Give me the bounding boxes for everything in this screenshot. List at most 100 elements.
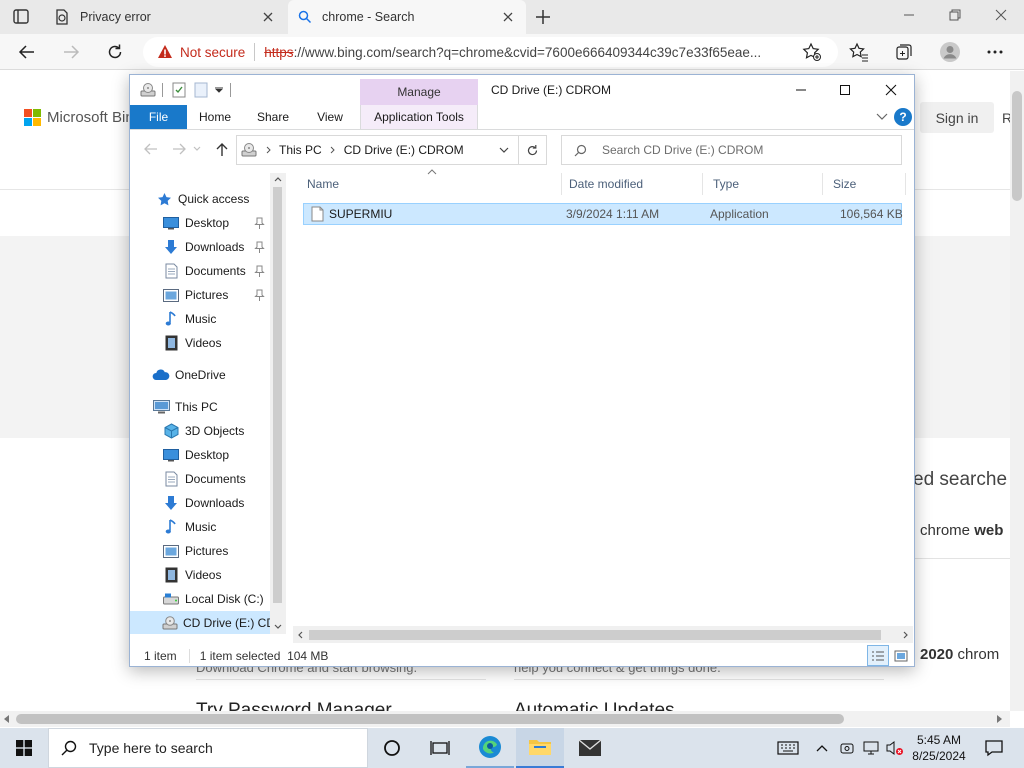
nav-qa-documents[interactable]: Documents [130, 259, 270, 283]
nav-cd-drive[interactable]: CD Drive (E:) CD [130, 611, 275, 634]
microsoft-logo[interactable]: Microsoft Bin [24, 109, 134, 126]
pin-icon[interactable] [254, 241, 265, 253]
related-search-item[interactable]: 2020 chrom [920, 646, 999, 663]
restore-button[interactable] [932, 0, 978, 30]
tab-chrome-search[interactable]: chrome - Search [288, 0, 526, 34]
scroll-down-icon[interactable] [274, 624, 282, 630]
close-window-button[interactable] [978, 0, 1024, 30]
tray-device-icon[interactable] [834, 728, 860, 768]
notifications-button[interactable] [970, 728, 1018, 768]
column-header-name[interactable]: Name [297, 173, 562, 195]
explorer-refresh-button[interactable] [519, 135, 547, 165]
profile-button[interactable] [935, 38, 965, 66]
pin-icon[interactable] [254, 289, 265, 301]
scroll-left-icon[interactable] [297, 631, 303, 639]
breadcrumb-this-pc[interactable]: This PC [279, 143, 322, 157]
nav-qa-videos[interactable]: Videos [130, 331, 270, 355]
scroll-up-icon[interactable] [274, 176, 282, 182]
taskbar-search-box[interactable]: Type here to search [48, 728, 368, 768]
nav-pane-scrollbar[interactable] [270, 173, 286, 634]
scroll-right-icon[interactable] [995, 715, 1003, 723]
scrollbar-thumb[interactable] [309, 630, 881, 640]
details-view-button[interactable] [867, 645, 889, 666]
explorer-close-button[interactable] [868, 75, 914, 105]
tab-actions-icon[interactable] [12, 8, 32, 26]
explorer-minimize-button[interactable] [778, 75, 824, 105]
file-list-horizontal-scrollbar[interactable] [293, 626, 913, 643]
nav-qa-downloads[interactable]: Downloads [130, 235, 270, 259]
scrollbar-thumb[interactable] [1012, 91, 1022, 201]
close-tab-icon[interactable] [260, 9, 276, 25]
sign-in-button[interactable]: Sign in [920, 102, 994, 133]
nav-qa-desktop[interactable]: Desktop [130, 211, 270, 235]
up-arrow-icon[interactable] [216, 142, 228, 157]
new-tab-button[interactable] [532, 6, 554, 28]
tray-volume-muted-icon[interactable] [882, 728, 908, 768]
pin-icon[interactable] [254, 265, 265, 277]
table-row[interactable]: SUPERMIU 3/9/2024 1:11 AM Application 10… [303, 203, 903, 225]
column-header-date[interactable]: Date modified [559, 173, 703, 195]
page-vertical-scrollbar[interactable] [1010, 71, 1024, 711]
large-icons-view-button[interactable] [891, 645, 911, 666]
explorer-search-box[interactable]: Search CD Drive (E:) CDROM [561, 135, 902, 165]
tab-home[interactable]: Home [190, 105, 240, 129]
tray-network-icon[interactable] [858, 728, 884, 768]
manage-tab[interactable]: Manage [360, 79, 478, 105]
column-header-size[interactable]: Size [823, 173, 906, 195]
nav-pc-downloads[interactable]: Downloads [130, 491, 270, 515]
settings-menu-button[interactable] [980, 38, 1010, 66]
scroll-right-icon[interactable] [903, 631, 909, 639]
scrollbar-thumb[interactable] [16, 714, 844, 724]
qat-dropdown-icon[interactable] [215, 87, 223, 93]
nav-local-disk[interactable]: Local Disk (C:) [130, 587, 270, 611]
close-tab-icon[interactable] [500, 9, 516, 25]
feature-heading[interactable]: Automatic Updates [514, 700, 675, 711]
feature-heading[interactable]: Try Password Manager [196, 700, 392, 711]
tray-keyboard-icon[interactable] [764, 728, 812, 768]
edge-taskbar-button[interactable] [466, 728, 514, 768]
nav-pc-pictures[interactable]: Pictures [130, 539, 270, 563]
forward-button[interactable] [56, 38, 86, 66]
tab-view[interactable]: View [306, 105, 354, 129]
explorer-maximize-button[interactable] [822, 75, 868, 105]
recent-locations-icon[interactable] [193, 146, 201, 152]
tab-privacy-error[interactable]: Privacy error [44, 0, 286, 34]
nav-this-pc[interactable]: This PC [130, 395, 270, 419]
address-dropdown-icon[interactable] [499, 147, 509, 154]
nav-pc-desktop[interactable]: Desktop [130, 443, 270, 467]
collections-button[interactable] [889, 38, 919, 66]
mail-taskbar-button[interactable] [566, 728, 614, 768]
add-favorite-button[interactable] [797, 38, 827, 66]
nav-onedrive[interactable]: OneDrive [130, 363, 270, 387]
cortana-button[interactable] [368, 728, 416, 768]
tab-application-tools[interactable]: Application Tools [360, 105, 478, 129]
new-folder-icon[interactable] [194, 82, 208, 98]
back-button[interactable] [12, 38, 42, 66]
not-secure-label[interactable]: Not secure [180, 45, 245, 60]
nav-pc-documents[interactable]: Documents [130, 467, 270, 491]
back-arrow-icon[interactable] [144, 143, 158, 155]
start-button[interactable] [0, 728, 48, 768]
column-header-type[interactable]: Type [703, 173, 823, 195]
explorer-address-bar[interactable]: This PC CD Drive (E:) CDROM [236, 135, 519, 165]
file-explorer-taskbar-button[interactable] [516, 728, 564, 768]
minimize-button[interactable] [886, 0, 932, 30]
favorites-button[interactable] [844, 38, 874, 66]
scroll-left-icon[interactable] [3, 715, 11, 723]
taskbar-clock[interactable]: 5:45 AM 8/25/2024 [908, 732, 970, 764]
forward-arrow-icon[interactable] [172, 143, 186, 155]
scrollbar-thumb[interactable] [273, 187, 282, 603]
address-bar[interactable]: Not secure https ://www.bing.com/search?… [143, 37, 838, 67]
nav-pc-3d-objects[interactable]: 3D Objects [130, 419, 270, 443]
pin-icon[interactable] [254, 217, 265, 229]
tab-file[interactable]: File [130, 105, 187, 129]
task-view-button[interactable] [416, 728, 464, 768]
related-search-item[interactable]: chrome web [920, 522, 1003, 539]
nav-pc-music[interactable]: Music [130, 515, 270, 539]
breadcrumb-current[interactable]: CD Drive (E:) CDROM [344, 143, 464, 157]
nav-quick-access[interactable]: Quick access [130, 187, 270, 211]
nav-qa-music[interactable]: Music [130, 307, 270, 331]
refresh-button[interactable] [100, 38, 130, 66]
nav-pc-videos[interactable]: Videos [130, 563, 270, 587]
expand-ribbon-icon[interactable] [876, 113, 888, 121]
